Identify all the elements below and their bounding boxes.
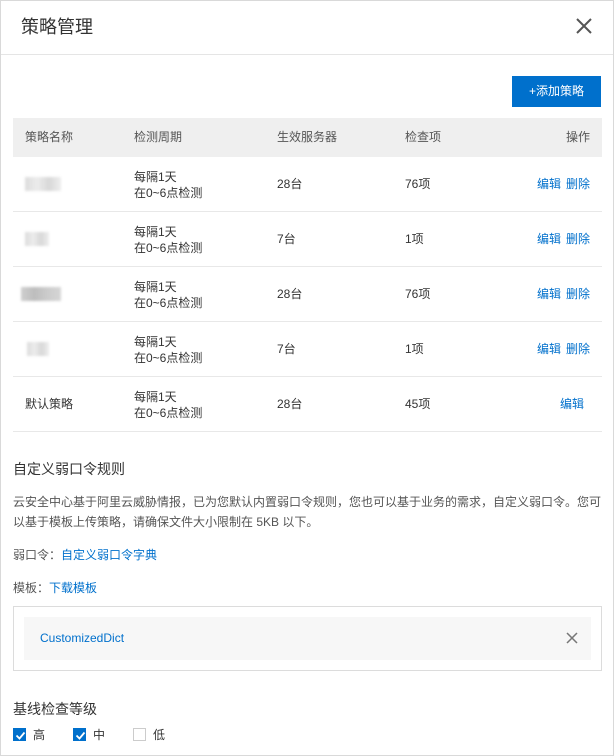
check-items-cell: 76项 — [405, 177, 431, 191]
redacted-policy-name — [25, 177, 61, 191]
remove-file-icon[interactable] — [565, 631, 579, 645]
servers-cell: 28台 — [277, 287, 303, 301]
level-high-checkbox[interactable]: 高 — [13, 727, 53, 743]
level-medium-checkbox[interactable]: 中 — [73, 727, 113, 743]
check-items-cell: 1项 — [405, 232, 424, 246]
period-cell: 每隔1天 在0~6点检测 — [134, 334, 202, 366]
table-header: 策略名称 检测周期 生效服务器 检查项 操作 — [13, 118, 602, 157]
check-items-cell: 76项 — [405, 287, 431, 301]
servers-cell: 28台 — [277, 177, 303, 191]
table-row: 每隔1天 在0~6点检测 7台 1项 编辑 删除 — [13, 322, 602, 377]
header-period: 检测周期 — [134, 130, 183, 144]
period-cell: 每隔1天 在0~6点检测 — [134, 169, 202, 201]
header-servers: 生效服务器 — [277, 130, 338, 144]
dict-label: 弱口令： — [13, 548, 62, 562]
edit-link[interactable]: 编辑 — [560, 377, 584, 432]
weak-password-dict-row: 弱口令：自定义弱口令字典 — [13, 546, 157, 563]
close-icon[interactable] — [573, 15, 595, 37]
period-window: 在0~6点检测 — [134, 241, 203, 255]
uploaded-file-name[interactable]: CustomizedDict — [40, 617, 124, 660]
servers-cell: 7台 — [277, 342, 296, 356]
custom-dict-link[interactable]: 自定义弱口令字典 — [61, 548, 157, 562]
table-row: 每隔1天 在0~6点检测 28台 76项 编辑 删除 — [13, 267, 602, 322]
period-interval: 每隔1天 — [134, 225, 177, 239]
baseline-level-title: 基线检查等级 — [13, 701, 97, 717]
description-line: 以基于模板上传策略，请确保文件大小限制在 5KB 以下。 — [13, 515, 319, 529]
period-window: 在0~6点检测 — [134, 351, 203, 365]
servers-cell: 7台 — [277, 232, 296, 246]
level-medium-label: 中 — [93, 728, 106, 742]
policy-table: 策略名称 检测周期 生效服务器 检查项 操作 每隔1天 在0~6点检测 28台 … — [13, 118, 602, 432]
edit-link[interactable]: 编辑 — [537, 157, 561, 212]
template-row: 模板：下载模板 — [13, 579, 97, 596]
dialog-title: 策略管理 — [21, 17, 93, 37]
servers-cell: 28台 — [277, 397, 303, 411]
delete-link[interactable]: 删除 — [566, 322, 590, 377]
period-window: 在0~6点检测 — [134, 186, 203, 200]
delete-link[interactable]: 删除 — [566, 157, 590, 212]
period-interval: 每隔1天 — [134, 280, 177, 294]
table-row: 每隔1天 在0~6点检测 7台 1项 编辑 删除 — [13, 212, 602, 267]
period-interval: 每隔1天 — [134, 390, 177, 404]
dialog-header: 策略管理 — [1, 1, 613, 55]
level-low-checkbox[interactable]: 低 — [133, 727, 173, 743]
redacted-policy-name — [27, 342, 49, 356]
description-line: 云安全中心基于阿里云威胁情报，已为您默认内置弱口令规则，您也可以基于业务的需求，… — [13, 495, 602, 509]
level-high-label: 高 — [33, 728, 46, 742]
header-policy-name: 策略名称 — [25, 130, 74, 144]
period-cell: 每隔1天 在0~6点检测 — [134, 224, 202, 256]
policy-management-dialog: 策略管理 +添加策略 策略名称 检测周期 生效服务器 检查项 操作 每隔1天 在… — [0, 0, 614, 756]
header-actions: 操作 — [565, 130, 590, 144]
checked-icon — [13, 728, 26, 741]
period-interval: 每隔1天 — [134, 170, 177, 184]
download-template-link[interactable]: 下载模板 — [49, 581, 97, 595]
table-row: 每隔1天 在0~6点检测 28台 76项 编辑 删除 — [13, 157, 602, 212]
table-row: 默认策略 每隔1天 在0~6点检测 28台 45项 编辑 — [13, 377, 602, 432]
delete-link[interactable]: 删除 — [566, 212, 590, 267]
edit-link[interactable]: 编辑 — [537, 322, 561, 377]
period-interval: 每隔1天 — [134, 335, 177, 349]
unchecked-icon — [133, 728, 146, 741]
checked-icon — [73, 728, 86, 741]
uploaded-file-box: CustomizedDict — [13, 606, 602, 671]
level-low-label: 低 — [153, 728, 166, 742]
header-check-items: 检查项 — [405, 130, 442, 144]
delete-link[interactable]: 删除 — [566, 267, 590, 322]
policy-name-cell: 默认策略 — [25, 397, 74, 411]
template-label: 模板： — [13, 581, 50, 595]
add-policy-button[interactable]: +添加策略 — [512, 76, 601, 107]
uploaded-file-item: CustomizedDict — [24, 617, 591, 660]
redacted-policy-name — [21, 287, 61, 301]
weak-password-section-title: 自定义弱口令规则 — [13, 461, 125, 477]
weak-password-description: 云安全中心基于阿里云威胁情报，已为您默认内置弱口令规则，您也可以基于业务的需求，… — [13, 492, 603, 532]
edit-link[interactable]: 编辑 — [537, 212, 561, 267]
period-window: 在0~6点检测 — [134, 296, 203, 310]
redacted-policy-name — [25, 232, 49, 246]
period-window: 在0~6点检测 — [134, 406, 203, 420]
check-items-cell: 1项 — [405, 342, 424, 356]
edit-link[interactable]: 编辑 — [537, 267, 561, 322]
period-cell: 每隔1天 在0~6点检测 — [134, 279, 202, 311]
check-items-cell: 45项 — [405, 397, 431, 411]
period-cell: 每隔1天 在0~6点检测 — [134, 389, 202, 421]
